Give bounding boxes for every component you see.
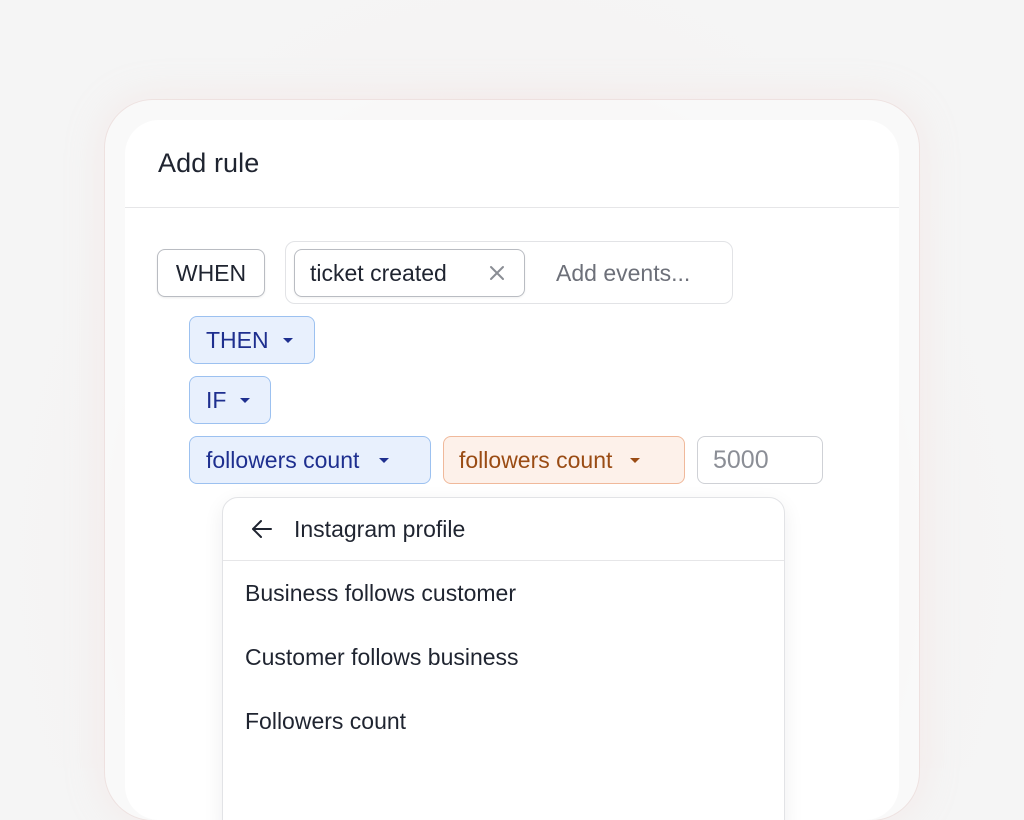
- menu-item-followers-count[interactable]: Followers count: [223, 689, 784, 753]
- caret-down-icon: [282, 337, 293, 343]
- operator-label: followers count: [459, 446, 613, 473]
- caret-down-icon: [379, 457, 390, 463]
- operator-dropdown[interactable]: followers count: [443, 436, 685, 484]
- add-events-input[interactable]: [556, 252, 726, 294]
- events-field[interactable]: ticket created: [285, 241, 733, 304]
- menu-item-business-follows-customer[interactable]: Business follows customer: [223, 561, 784, 625]
- add-rule-dialog: Add rule WHEN ticket created THEN IF fol…: [125, 120, 899, 820]
- menu-item-customer-follows-business[interactable]: Customer follows business: [223, 625, 784, 689]
- close-icon[interactable]: [486, 262, 508, 284]
- if-dropdown[interactable]: IF: [189, 376, 271, 424]
- then-dropdown[interactable]: THEN: [189, 316, 315, 364]
- then-label: THEN: [206, 326, 269, 353]
- event-chip-label: ticket created: [310, 259, 447, 286]
- arrow-left-icon[interactable]: [249, 516, 275, 542]
- event-chip-ticket-created[interactable]: ticket created: [294, 249, 525, 297]
- when-button[interactable]: WHEN: [157, 249, 265, 297]
- if-label: IF: [206, 386, 227, 413]
- field-label: followers count: [206, 446, 360, 473]
- caret-down-icon: [630, 457, 641, 463]
- dialog-title: Add rule: [158, 148, 260, 178]
- field-picker-menu: Instagram profile Business follows custo…: [222, 497, 785, 820]
- menu-back-header[interactable]: Instagram profile: [223, 498, 784, 561]
- menu-title: Instagram profile: [294, 515, 466, 542]
- dialog-header: Add rule: [125, 120, 899, 208]
- field-dropdown[interactable]: followers count: [189, 436, 431, 484]
- caret-down-icon: [240, 397, 251, 403]
- value-input[interactable]: [697, 436, 823, 484]
